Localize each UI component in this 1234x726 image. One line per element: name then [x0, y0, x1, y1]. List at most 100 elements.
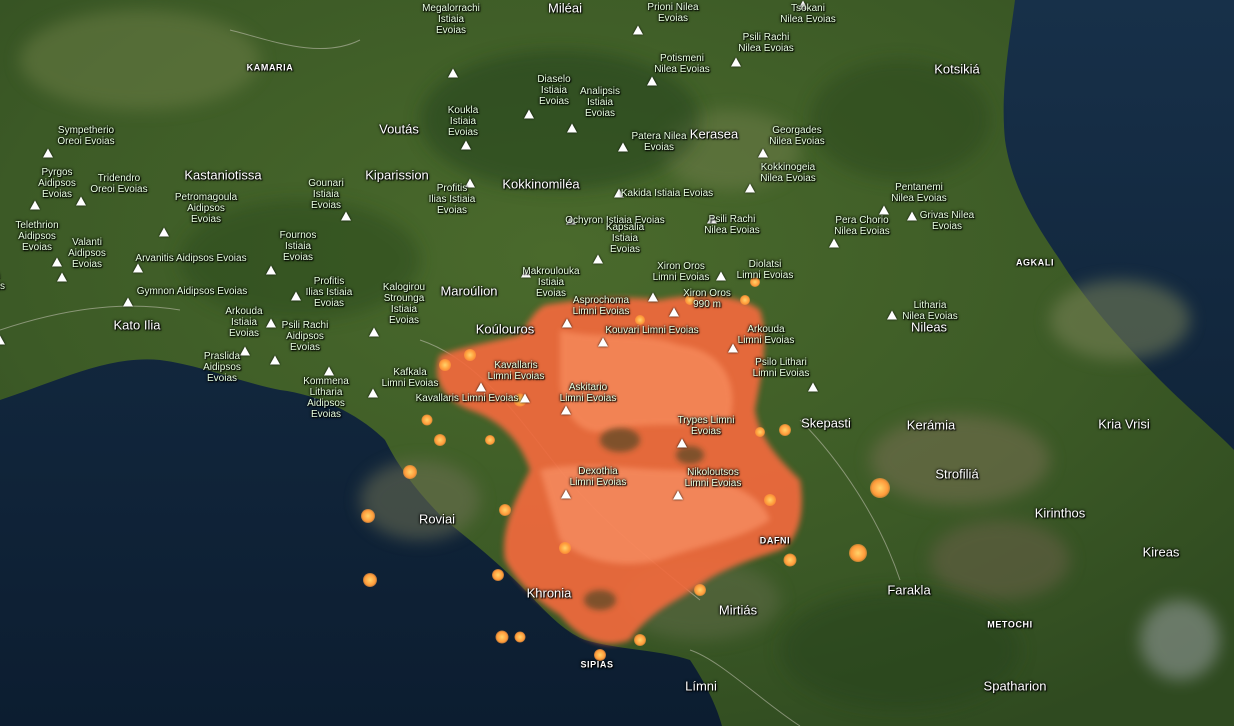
peak-marker-icon[interactable]	[133, 263, 143, 273]
peak-marker-icon[interactable]	[30, 200, 40, 210]
peak-marker-icon[interactable]	[618, 142, 628, 152]
peak-label: Nikolоutsos Limni Evoias	[684, 467, 742, 489]
town-label[interactable]: Kerámia	[907, 419, 955, 432]
town-label[interactable]: Spatharion	[984, 680, 1047, 693]
fire-hotspot	[740, 295, 750, 305]
peak-marker-icon[interactable]	[123, 297, 133, 307]
peak-marker-icon[interactable]	[76, 196, 86, 206]
peak-marker-icon[interactable]	[677, 438, 687, 448]
peak-marker-icon[interactable]	[561, 489, 571, 499]
town-label[interactable]: Kireas	[1143, 546, 1180, 559]
peak-label: Koukla Istiaia Evoias	[447, 105, 479, 138]
peak-label: Potismeni Nilea Evoias	[654, 53, 710, 75]
peak-marker-icon[interactable]	[159, 227, 169, 237]
peak-marker-icon[interactable]	[57, 272, 67, 282]
town-label[interactable]: Miléai	[548, 2, 582, 15]
town-label[interactable]: Roviai	[419, 513, 455, 526]
town-label[interactable]: Maroúlion	[440, 285, 497, 298]
peak-marker-icon[interactable]	[907, 211, 917, 221]
fire-hotspot	[764, 494, 776, 506]
peak-label: Psilo Lithari Limni Evoias	[752, 357, 810, 379]
peak-marker-icon[interactable]	[341, 211, 351, 221]
town-label[interactable]: Límni	[685, 680, 717, 693]
peak-marker-icon[interactable]	[476, 382, 486, 392]
peak-marker-icon[interactable]	[567, 123, 577, 133]
town-label[interactable]: Kotsikiá	[934, 63, 980, 76]
locality-label: DAFNI	[759, 535, 791, 546]
peak-marker-icon[interactable]	[561, 405, 571, 415]
town-label[interactable]: Kirinthos	[1035, 507, 1086, 520]
peak-marker-icon[interactable]	[669, 307, 679, 317]
town-label[interactable]: Kato Ilia	[114, 319, 161, 332]
peak-marker-icon[interactable]	[716, 271, 726, 281]
peak-marker-icon[interactable]	[324, 366, 334, 376]
peak-marker-icon[interactable]	[879, 205, 889, 215]
locality-label: METOCHI	[987, 619, 1033, 630]
peak-marker-icon[interactable]	[829, 238, 839, 248]
peak-marker-icon[interactable]	[266, 318, 276, 328]
town-label[interactable]: Voutás	[379, 123, 419, 136]
peak-label: Trypes Limni Evoias	[677, 415, 735, 437]
peak-marker-icon[interactable]	[887, 310, 897, 320]
peak-marker-icon[interactable]	[524, 109, 534, 119]
peak-label: Gounari Istiaia Evoias	[308, 178, 344, 211]
peak-marker-icon[interactable]	[43, 148, 53, 158]
peak-marker-icon[interactable]	[270, 355, 280, 365]
peak-label: Arvanitis Aidipsos Evoias	[135, 253, 247, 264]
peak-marker-icon[interactable]	[598, 337, 608, 347]
peak-label: Dexothia Limni Evoias	[569, 466, 627, 488]
peak-marker-icon[interactable]	[52, 257, 62, 267]
town-label[interactable]: Khronia	[527, 587, 572, 600]
peak-marker-icon[interactable]	[673, 490, 683, 500]
peak-marker-icon[interactable]	[369, 327, 379, 337]
peak-marker-icon[interactable]	[731, 57, 741, 67]
peak-marker-icon[interactable]	[368, 388, 378, 398]
peak-marker-icon[interactable]	[808, 382, 818, 392]
peak-marker-icon[interactable]	[758, 148, 768, 158]
town-label[interactable]: Farakla	[887, 584, 930, 597]
peak-marker-icon[interactable]	[593, 254, 603, 264]
locality-label: SIPIAS	[580, 659, 614, 670]
town-label[interactable]: Kiparission	[365, 169, 429, 182]
fire-hotspot	[870, 478, 890, 498]
peak-label: Grivas Nilea Evoias	[919, 210, 975, 232]
peak-marker-icon[interactable]	[633, 25, 643, 35]
peak-marker-icon[interactable]	[647, 76, 657, 86]
town-label[interactable]: Kerasea	[690, 128, 738, 141]
town-label[interactable]: Kria Vrisi	[1098, 418, 1150, 431]
town-label[interactable]: Strofiliá	[935, 468, 978, 481]
peak-marker-icon[interactable]	[240, 346, 250, 356]
peak-marker-icon[interactable]	[745, 183, 755, 193]
peak-label: Petromagoula Aidipsos Evoias	[174, 192, 238, 225]
peak-marker-icon[interactable]	[562, 318, 572, 328]
peak-label: Prioni Nilea Evoias	[647, 2, 699, 24]
peak-label: Psili Rachi Aidipsos Evoias	[281, 320, 329, 353]
peak-marker-icon[interactable]	[648, 292, 658, 302]
peak-marker-icon[interactable]	[266, 265, 276, 275]
town-label[interactable]: Kastaniotissa	[184, 169, 261, 182]
fire-hotspot	[783, 553, 797, 567]
peak-label: Xiron Oros Limni Evoias	[652, 261, 710, 283]
satellite-map[interactable]: Prioni Nilea Evoias Tsokani Nilea Evoias M…	[0, 0, 1234, 726]
peak-label: Profitis Ilias Istiaia Evoias	[428, 183, 476, 216]
town-label[interactable]: Koúlouros	[476, 323, 535, 336]
peak-marker-icon[interactable]	[728, 343, 738, 353]
peak-marker-icon[interactable]	[291, 291, 301, 301]
town-label[interactable]: Kokkinomiléa	[502, 178, 579, 191]
peak-marker-icon[interactable]	[461, 140, 471, 150]
peak-label: Arkouda Limni Evoias	[737, 324, 795, 346]
town-label[interactable]: Nileas	[911, 321, 947, 334]
peak-label: Pentanemi Nilea Evoias	[891, 182, 947, 204]
peak-label: Profitis Ilias Istiaia Evoias	[305, 276, 353, 309]
fire-hotspot	[495, 630, 509, 644]
fire-hotspot	[499, 504, 511, 516]
town-label[interactable]: Mirtiás	[719, 604, 757, 617]
fire-hotspot	[361, 509, 375, 523]
peak-marker-icon[interactable]	[0, 335, 5, 345]
peak-marker-icon[interactable]	[520, 393, 530, 403]
peak-label: Kokkinogeia Nilea Evoias	[760, 162, 816, 184]
peak-label: Sympetherio Oreoi Evoias	[57, 125, 115, 147]
peak-label: Pera Chorio Nilea Evoias	[834, 215, 890, 237]
town-label[interactable]: Skepasti	[801, 417, 851, 430]
peak-marker-icon[interactable]	[448, 68, 458, 78]
